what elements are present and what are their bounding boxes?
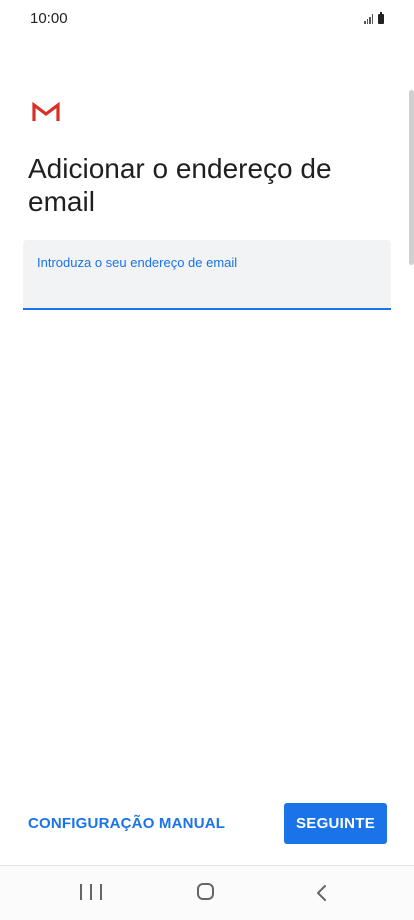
navigation-bar	[0, 865, 414, 920]
page-title: Adicionar o endereço de email	[28, 153, 332, 217]
next-button[interactable]: SEGUINTE	[284, 803, 387, 844]
home-icon[interactable]	[197, 883, 214, 900]
status-time: 10:00	[30, 10, 68, 27]
signal-icon	[364, 14, 373, 24]
email-field-label: Introduza o seu endereço de email	[37, 255, 238, 270]
recents-icon[interactable]	[80, 884, 102, 902]
back-icon[interactable]	[312, 883, 332, 903]
status-bar: 10:00	[0, 0, 414, 40]
scrollbar[interactable]	[409, 90, 414, 265]
status-icons	[364, 12, 384, 24]
email-field[interactable]: Introduza o seu endereço de email	[23, 240, 391, 310]
manual-setup-button[interactable]: CONFIGURAÇÃO MANUAL	[28, 805, 225, 843]
battery-icon	[378, 12, 384, 24]
screen: 10:00 Adicionar o endereço de email Intr…	[0, 0, 414, 920]
email-input[interactable]	[37, 274, 381, 302]
gmail-logo-icon	[32, 102, 60, 121]
